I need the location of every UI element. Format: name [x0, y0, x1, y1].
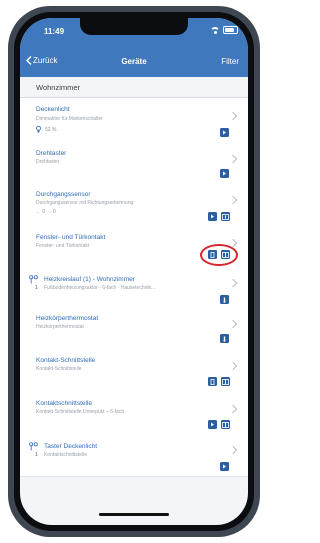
arrow-right-icon: [223, 171, 226, 176]
device-title: Drehtaster: [36, 150, 67, 157]
device-row-heizkoerperthermostat[interactable]: Heizkörperthermostat Heizkörperthermosta…: [20, 307, 248, 349]
navigation-bar: Zurück Geräte Filter: [20, 48, 248, 77]
device-row-durchgangssensor[interactable]: Durchgangssensor Durchgangssensor mit Ri…: [20, 183, 248, 227]
device-title: Durchgangssensor: [36, 191, 91, 198]
section-header: Wohnzimmer: [20, 77, 248, 98]
phone-bezel: 11:49 Zurück Geräte Filter Wohnzimmer De…: [14, 12, 254, 531]
info-icon: [222, 213, 229, 220]
chevron-right-icon: [228, 195, 238, 205]
chevron-right-icon: [228, 111, 238, 121]
device-title: Deckenlicht: [36, 106, 70, 113]
device-row-taster-deckenlicht[interactable]: Taster Deckenlicht 1 Kontaktschnittstell…: [20, 435, 248, 477]
device-subtitle: Kontaktschnittstelle: [44, 452, 88, 458]
control-button[interactable]: [220, 128, 229, 137]
device-subtitle: Drehtaster: [36, 159, 60, 165]
device-row-deckenlicht[interactable]: Deckenlicht Dimmaktor für Markenschalter…: [20, 98, 248, 143]
device-status: ← 0 → 0: [36, 209, 56, 215]
window-button[interactable]: [221, 420, 230, 429]
device-row-drehtaster[interactable]: Drehtaster Drehtaster: [20, 142, 248, 184]
device-subtitle: Fenster- und Türkontakt: [36, 243, 90, 249]
thermometer-icon: [223, 336, 226, 342]
info-button[interactable]: [221, 212, 230, 221]
window-icon: [222, 378, 229, 385]
device-title: Kontaktschnittstelle: [36, 400, 93, 407]
battery-icon: [223, 26, 238, 34]
group-count: 1: [35, 452, 38, 458]
dimmer-value: 52 %: [45, 126, 57, 133]
direction-counter: ← 0 → 0: [36, 209, 56, 215]
arrow-right-icon: [211, 214, 214, 219]
device-subtitle: Kontakt-Schnittstelle: [36, 366, 82, 372]
device-row-kontakt-schnittstelle[interactable]: Kontakt-Schnittstelle Kontakt-Schnittste…: [20, 348, 248, 392]
door-button[interactable]: [208, 377, 217, 386]
wifi-icon: [210, 26, 220, 34]
control-button[interactable]: [220, 462, 229, 471]
chevron-right-icon: [228, 319, 238, 329]
chevron-right-icon: [228, 404, 238, 414]
thermostat-button[interactable]: [220, 334, 229, 343]
device-title: Taster Deckenlicht: [44, 443, 98, 450]
device-title: Heizkreislauf (1) - Wohnzimmer: [44, 276, 135, 283]
thermometer-icon: [223, 297, 226, 303]
filter-button[interactable]: Filter: [221, 57, 239, 66]
device-subtitle: Dimmaktor für Markenschalter: [36, 116, 103, 122]
device-title: Kontakt-Schnittstelle: [36, 357, 96, 364]
window-icon: [222, 421, 229, 428]
chevron-right-icon: [228, 361, 238, 371]
arrow-right-icon: [223, 464, 226, 469]
device-subtitle: Fußbodenheizungsaktor - 6-fach - Hausete…: [44, 285, 156, 291]
status-icons: [210, 26, 238, 34]
section-title: Wohnzimmer: [36, 83, 81, 92]
device-subtitle: Kontakt-Schnittstelle Unterputz – 6-fach: [36, 409, 125, 415]
device-title: Fenster- und Türkontakt: [36, 234, 106, 241]
group-count: 1: [35, 285, 38, 291]
device-status: 52 %: [36, 126, 56, 133]
play-button[interactable]: [208, 420, 217, 429]
phone-frame: 11:49 Zurück Geräte Filter Wohnzimmer De…: [8, 6, 260, 537]
lightbulb-icon: [36, 126, 41, 133]
chevron-right-icon: [228, 445, 238, 455]
window-button[interactable]: [221, 377, 230, 386]
thermostat-button[interactable]: [220, 295, 229, 304]
group-link-icon: [29, 442, 38, 451]
group-link-icon: [29, 275, 38, 284]
device-title: Heizkörperthermostat: [36, 315, 99, 322]
arrow-right-icon: [223, 130, 226, 135]
device-row-heizkreislauf[interactable]: Heizkreislauf (1) - Wohnzimmer 1 Fußbode…: [20, 269, 248, 308]
status-bar: 11:49: [20, 18, 248, 47]
device-subtitle: Heizkörperthermostat: [36, 324, 84, 330]
device-subtitle: Durchgangssensor mit Richtungserkennung: [36, 200, 134, 206]
arrow-right-icon: [211, 422, 214, 427]
chevron-right-icon: [228, 154, 238, 164]
device-row-fensterkontakt[interactable]: Fenster- und Türkontakt Fenster- und Tür…: [20, 226, 248, 270]
app-screen: 11:49 Zurück Geräte Filter Wohnzimmer De…: [20, 18, 248, 525]
status-time: 11:49: [44, 27, 65, 36]
control-button[interactable]: [220, 169, 229, 178]
device-row-kontaktschnittstelle[interactable]: Kontaktschnittstelle Kontakt-Schnittstel…: [20, 391, 248, 436]
highlight-annotation: [200, 244, 238, 266]
door-icon: [210, 378, 215, 385]
chevron-right-icon: [228, 278, 238, 288]
home-indicator[interactable]: [99, 513, 169, 516]
page-title: Geräte: [121, 57, 147, 66]
device-notch: [80, 18, 188, 35]
control-button[interactable]: [208, 212, 217, 221]
